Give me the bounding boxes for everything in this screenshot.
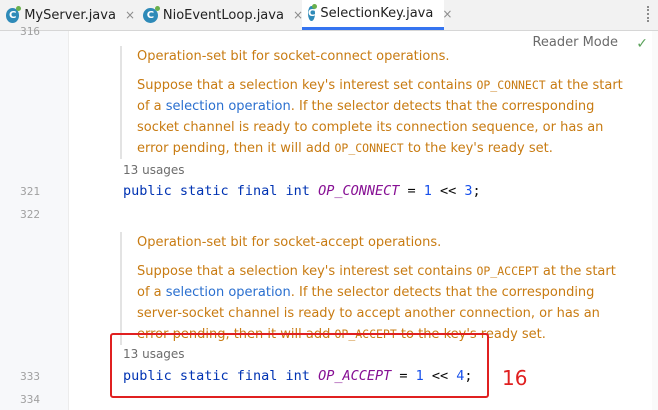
close-icon[interactable]: × <box>125 8 135 22</box>
tab-label: SelectionKey.java <box>320 6 434 21</box>
java-class-icon: C <box>6 5 22 23</box>
selection-operation-link[interactable]: selection operation <box>166 285 291 300</box>
javadoc-op-accept: Operation-set bit for socket-accept oper… <box>120 232 630 345</box>
annotation-label: 16 <box>502 366 528 390</box>
check-icon[interactable]: ✓ <box>636 36 648 52</box>
java-class-icon: C <box>143 5 160 23</box>
javadoc-summary: Operation-set bit for socket-accept oper… <box>137 235 442 250</box>
inline-code: OP_CONNECT <box>476 78 546 92</box>
more-tabs-icon[interactable] <box>647 6 652 22</box>
tab-label: MyServer.java <box>24 7 116 23</box>
line-number: 316 <box>20 25 40 38</box>
vertical-scrollbar[interactable] <box>652 31 658 410</box>
usages-link[interactable]: 13 usages <box>123 163 185 177</box>
gutter-divider <box>68 31 69 410</box>
inline-code: OP_CONNECT <box>334 141 404 155</box>
line-number: 322 <box>20 208 40 221</box>
javadoc-summary: Operation-set bit for socket-connect ope… <box>137 49 450 64</box>
code-line-op-connect: public static final int OP_CONNECT = 1 <… <box>123 183 481 199</box>
selection-operation-link[interactable]: selection operation <box>166 99 291 114</box>
tab-nioeventloop[interactable]: C NioEventLoop.java × <box>137 0 303 30</box>
javadoc-description: Suppose that a selection key's interest … <box>137 78 623 156</box>
inline-code: OP_ACCEPT <box>476 264 539 278</box>
editor-tab-bar: C MyServer.java × C NioEventLoop.java × … <box>0 0 658 31</box>
java-class-icon: C <box>308 4 318 21</box>
javadoc-op-connect: Operation-set bit for socket-connect ope… <box>120 46 630 159</box>
highlight-box <box>110 333 489 398</box>
close-icon[interactable]: × <box>442 7 452 21</box>
line-number: 321 <box>20 185 40 198</box>
line-number: 333 <box>20 370 40 383</box>
line-number: 334 <box>20 393 40 406</box>
tab-selectionkey[interactable]: C SelectionKey.java × <box>302 0 452 30</box>
tab-label: NioEventLoop.java <box>162 7 284 23</box>
